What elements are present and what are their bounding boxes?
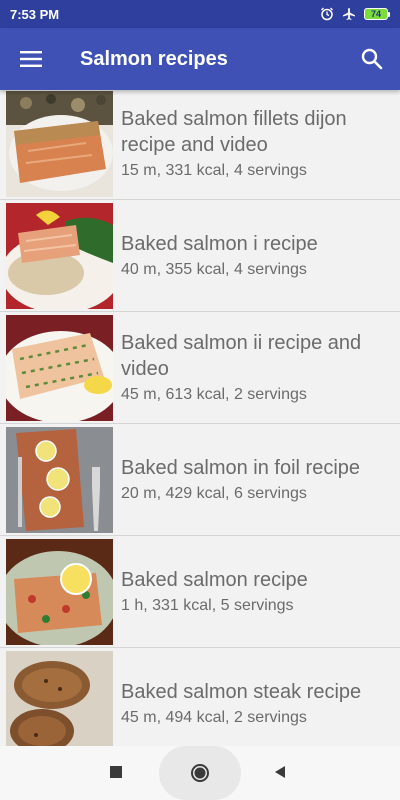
recipe-meta: 45 m, 494 kcal, 2 servings xyxy=(121,708,307,726)
app-bar: Salmon recipes xyxy=(0,28,400,90)
status-time: 7:53 PM xyxy=(10,6,60,22)
battery-level: 74 xyxy=(364,8,388,20)
recipe-meta: 45 m, 613 kcal, 2 servings xyxy=(121,385,307,403)
hamburger-menu-icon xyxy=(20,51,42,67)
recipe-thumbnail xyxy=(6,427,113,533)
recipe-title: Baked salmon i recipe xyxy=(121,232,318,255)
status-bar: 7:53 PM 74 xyxy=(0,0,400,28)
recent-apps-button[interactable] xyxy=(104,760,128,784)
status-icons: 74 xyxy=(320,7,390,21)
recipe-list[interactable]: Baked salmon fillets dijon recipe and vi… xyxy=(0,90,400,746)
alarm-icon xyxy=(320,7,334,21)
recipe-row[interactable]: Baked salmon in foil recipe 20 m, 429 kc… xyxy=(0,424,400,536)
triangle-back-icon xyxy=(275,766,285,778)
menu-button[interactable] xyxy=(0,28,62,90)
recipe-title: Baked salmon in foil recipe xyxy=(121,456,361,479)
home-button[interactable] xyxy=(159,746,241,800)
recipe-meta: 40 m, 355 kcal, 4 servings xyxy=(121,260,307,278)
battery-icon: 74 xyxy=(364,8,390,20)
recipe-row[interactable]: Baked salmon ii recipe and video 45 m, 6… xyxy=(0,312,400,424)
recipe-thumbnail xyxy=(6,203,113,309)
recipe-title: Baked salmon recipe xyxy=(121,568,308,591)
recipe-meta: 20 m, 429 kcal, 6 servings xyxy=(121,484,307,502)
airplane-mode-icon xyxy=(342,7,356,21)
search-button[interactable] xyxy=(344,28,400,90)
recipe-title: Baked salmon steak recipe xyxy=(121,680,362,703)
recipe-thumbnail xyxy=(6,315,113,421)
recipe-row[interactable]: Baked salmon steak recipe 45 m, 494 kcal… xyxy=(0,648,400,746)
recipe-title: Baked salmon fillets dijon recipe and vi… xyxy=(121,107,347,156)
recipe-row[interactable]: Baked salmon fillets dijon recipe and vi… xyxy=(0,90,400,200)
recipe-row[interactable]: Baked salmon i recipe 40 m, 355 kcal, 4 … xyxy=(0,200,400,312)
back-button[interactable] xyxy=(268,760,292,784)
system-navigation-bar xyxy=(0,746,400,800)
square-icon xyxy=(110,766,122,778)
recipe-thumbnail xyxy=(6,539,113,645)
circle-icon xyxy=(191,764,209,782)
recipe-thumbnail xyxy=(6,651,113,746)
search-icon xyxy=(361,48,383,70)
recipe-title: Baked salmon ii recipe and video xyxy=(121,331,362,380)
recipe-row[interactable]: Baked salmon recipe 1 h, 331 kcal, 5 ser… xyxy=(0,536,400,648)
page-title: Salmon recipes xyxy=(80,47,228,70)
recipe-thumbnail xyxy=(6,91,113,197)
recipe-meta: 1 h, 331 kcal, 5 servings xyxy=(121,596,294,614)
recipe-meta: 15 m, 331 kcal, 4 servings xyxy=(121,161,307,179)
